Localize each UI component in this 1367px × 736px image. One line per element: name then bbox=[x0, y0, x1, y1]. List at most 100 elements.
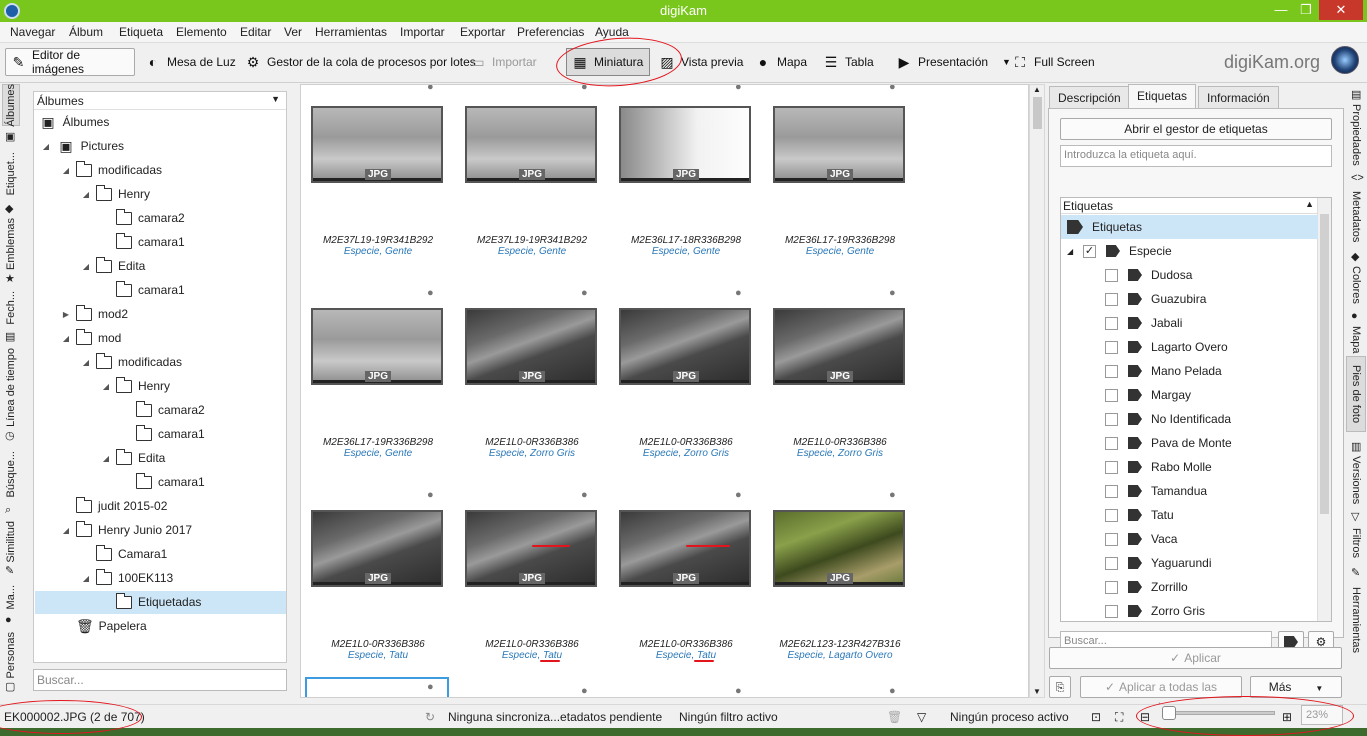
tree-item[interactable]: ▶ mod2 bbox=[60, 303, 128, 325]
tag-parent[interactable]: ◢ ✓ Especie bbox=[1067, 239, 1172, 263]
expand-arrow-icon[interactable]: ◢ bbox=[60, 334, 72, 343]
tab-tags[interactable]: Etiquet... bbox=[2, 148, 20, 200]
tag-item[interactable]: Yaguarundi bbox=[1105, 551, 1212, 575]
expand-arrow-icon[interactable]: ◢ bbox=[80, 574, 92, 583]
checkbox[interactable] bbox=[1105, 484, 1118, 498]
tab-captions[interactable]: Pies de foto bbox=[1346, 356, 1366, 432]
more-button[interactable]: Más ▼ bbox=[1250, 676, 1342, 698]
checkbox[interactable] bbox=[1105, 556, 1118, 570]
tag-item[interactable]: Lagarto Overo bbox=[1105, 335, 1228, 359]
thumbnail-item[interactable]: ● JPG M2E1L0-0R336B386 Especie, Tatu bbox=[609, 489, 763, 691]
menu-album[interactable]: Álbum bbox=[69, 25, 103, 39]
menu-exportar[interactable]: Exportar bbox=[460, 25, 505, 39]
tag-tree-scrollbar[interactable] bbox=[1317, 198, 1331, 621]
tag-item[interactable]: Zorro Gris bbox=[1105, 599, 1205, 621]
process-status[interactable]: Ningún proceso activo bbox=[950, 710, 1069, 724]
collapse-arrow-icon[interactable]: ▶ bbox=[60, 310, 72, 319]
menu-etiqueta[interactable]: Etiqueta bbox=[119, 25, 163, 39]
table-button[interactable]: ☰ Tabla bbox=[818, 48, 879, 76]
tab-information[interactable]: Información bbox=[1198, 86, 1279, 108]
slideshow-button[interactable]: ▶ Presentación ▼ bbox=[891, 48, 1016, 76]
tab-map[interactable]: Ma... bbox=[2, 582, 20, 612]
batch-queue-button[interactable]: ⚙ Gestor de la cola de procesos por lote… bbox=[240, 48, 481, 76]
checkbox[interactable] bbox=[1105, 388, 1118, 402]
tab-similarity[interactable]: Similitud bbox=[2, 520, 20, 564]
checkbox[interactable] bbox=[1105, 412, 1118, 426]
tab-metadata[interactable]: Metadatos bbox=[1346, 186, 1366, 248]
tag-item[interactable]: Mano Pelada bbox=[1105, 359, 1222, 383]
expand-arrow-icon[interactable]: ◢ bbox=[80, 190, 92, 199]
tag-item[interactable]: Vaca bbox=[1105, 527, 1177, 551]
thumbnail-item[interactable]: ● JPG M2E1L0-0R336B386 Especie, Tatu bbox=[301, 489, 455, 691]
revert-button[interactable]: ⎘ bbox=[1049, 676, 1071, 698]
tab-colors[interactable]: Colores bbox=[1346, 264, 1366, 306]
minimize-button[interactable]: — bbox=[1268, 0, 1294, 20]
filter-status[interactable]: Ningún filtro activo bbox=[679, 710, 778, 724]
expand-arrow-icon[interactable]: ◢ bbox=[80, 262, 92, 271]
tree-item[interactable]: ◢ modificadas bbox=[60, 159, 162, 181]
light-table-button[interactable]: ◐ Mesa de Luz bbox=[140, 48, 241, 76]
tag-item[interactable]: Jabali bbox=[1105, 311, 1182, 335]
map-button[interactable]: ● Mapa bbox=[750, 48, 812, 76]
album-search-input[interactable]: Buscar... bbox=[33, 669, 287, 691]
checkbox[interactable] bbox=[1105, 364, 1118, 378]
brand-text[interactable]: digiKam.org bbox=[1224, 52, 1320, 73]
checkbox[interactable] bbox=[1105, 268, 1118, 282]
tree-item[interactable]: ◢ Edita bbox=[100, 447, 165, 469]
trash-icon[interactable]: 🗑 bbox=[887, 710, 902, 724]
tag-item[interactable]: No Identificada bbox=[1105, 407, 1231, 431]
menu-ver[interactable]: Ver bbox=[284, 25, 302, 39]
tag-item[interactable]: Rabo Molle bbox=[1105, 455, 1212, 479]
current-thumbnail-item[interactable]: ● bbox=[305, 677, 449, 697]
apply-button[interactable]: ✓ Aplicar bbox=[1049, 647, 1342, 669]
expand-arrow-icon[interactable]: ◢ bbox=[60, 166, 72, 175]
tree-item[interactable]: 🗑 Papelera bbox=[76, 615, 147, 637]
scroll-up-icon[interactable]: ▲ bbox=[1033, 85, 1041, 94]
maximize-button[interactable]: ❐ bbox=[1294, 0, 1318, 20]
fullscreen-button[interactable]: ⛶ Full Screen bbox=[1007, 48, 1100, 76]
filter-icon[interactable]: ▽ bbox=[917, 710, 926, 724]
checkbox[interactable] bbox=[1105, 532, 1118, 546]
expand-arrow-icon[interactable]: ◢ bbox=[60, 526, 72, 535]
checkbox[interactable] bbox=[1105, 340, 1118, 354]
tag-item[interactable]: Dudosa bbox=[1105, 263, 1192, 287]
close-button[interactable]: ✕ bbox=[1319, 0, 1363, 20]
thumbnail-item[interactable]: ● JPG M2E1L0-0R336B386 Especie, Zorro Gr… bbox=[763, 287, 917, 489]
grid-scrollbar[interactable]: ▲ ▼ bbox=[1029, 84, 1045, 698]
menu-navegar[interactable]: Navegar bbox=[10, 25, 55, 39]
thumbnail-item[interactable]: ● JPG M2E1L0-0R336B386 Especie, Zorro Gr… bbox=[455, 287, 609, 489]
checkbox-checked[interactable]: ✓ bbox=[1083, 244, 1096, 258]
tree-item[interactable]: ◢ Henry Junio 2017 bbox=[60, 519, 192, 541]
tree-item[interactable]: judit 2015-02 bbox=[72, 495, 167, 517]
sync-status[interactable]: Ninguna sincroniza...etadatos pendiente bbox=[448, 710, 662, 724]
menu-preferencias[interactable]: Preferencias bbox=[517, 25, 584, 39]
menu-herramientas[interactable]: Herramientas bbox=[315, 25, 387, 39]
tree-item[interactable]: ◢ 100EK113 bbox=[80, 567, 173, 589]
menu-editar[interactable]: Editar bbox=[240, 25, 271, 39]
checkbox[interactable] bbox=[1105, 508, 1118, 522]
thumbnail-item[interactable]: JPG M2E36L17-18R336B298 Especie, Gente bbox=[609, 85, 763, 287]
tab-dates[interactable]: Fech... bbox=[2, 288, 20, 328]
tag-item[interactable]: Zorrillo bbox=[1105, 575, 1188, 599]
album-selector[interactable]: Álbumes ▼ bbox=[34, 92, 286, 110]
tab-versions[interactable]: Versiones bbox=[1346, 454, 1366, 506]
checkbox[interactable] bbox=[1105, 604, 1118, 618]
tab-map-right[interactable]: Mapa bbox=[1346, 324, 1366, 356]
tree-item[interactable]: ◢ Henry bbox=[100, 375, 170, 397]
tab-timeline[interactable]: Línea de tiempo bbox=[2, 348, 20, 427]
tab-tags[interactable]: Etiquetas bbox=[1128, 84, 1197, 108]
image-editor-button[interactable]: ✎ Editor de imágenes bbox=[5, 48, 135, 76]
tag-root[interactable]: Etiquetas bbox=[1067, 215, 1142, 239]
expand-arrow-icon[interactable]: ◢ bbox=[80, 358, 92, 367]
scrollbar-thumb[interactable] bbox=[1033, 97, 1042, 129]
tag-item[interactable]: Tatu bbox=[1105, 503, 1174, 527]
tab-people[interactable]: Personas bbox=[2, 632, 20, 678]
scrollbar-thumb[interactable] bbox=[1320, 214, 1329, 514]
menu-importar[interactable]: Importar bbox=[400, 25, 445, 39]
tree-item[interactable]: ◢ Edita bbox=[80, 255, 145, 277]
thumbnail-item[interactable]: ● JPG M2E62L123-123R427B316 Especie, Lag… bbox=[763, 489, 917, 691]
tab-tools[interactable]: Herramientas bbox=[1346, 580, 1366, 660]
tab-description[interactable]: Descripción bbox=[1049, 86, 1130, 108]
tree-item[interactable]: camara1 bbox=[132, 423, 205, 445]
checkbox[interactable] bbox=[1105, 580, 1118, 594]
